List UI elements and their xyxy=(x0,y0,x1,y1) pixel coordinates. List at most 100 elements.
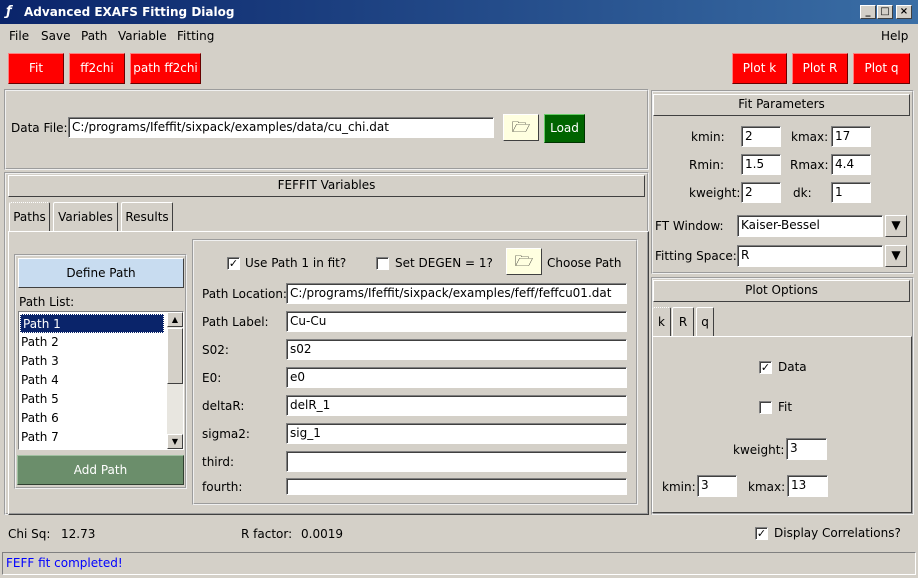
ft-window-select[interactable]: Kaiser-Bessel xyxy=(737,215,883,237)
ff2chi-button[interactable]: ff2chi xyxy=(69,53,125,84)
tab-variables[interactable]: Variables xyxy=(53,202,118,232)
sigma2-input[interactable]: sig_1 xyxy=(286,423,627,444)
plot-kmax-label: kmax: xyxy=(748,480,786,494)
sigma2-label: sigma2: xyxy=(202,427,250,441)
menu-fitting[interactable]: Fitting xyxy=(177,29,214,43)
list-item[interactable]: Path 5 xyxy=(19,390,183,409)
e0-label: E0: xyxy=(202,371,222,385)
chevron-down-icon[interactable]: ▼ xyxy=(885,245,907,267)
list-item[interactable]: Path 1 xyxy=(20,314,164,333)
kweight-input[interactable]: 2 xyxy=(741,182,781,203)
menu-bar: File Save Path Variable Fitting Help xyxy=(0,25,918,47)
path-list-scrollbar[interactable]: ▲ ▼ xyxy=(167,312,183,449)
status-text: FEFF fit completed! xyxy=(6,556,123,570)
path-label-input[interactable]: Cu-Cu xyxy=(286,311,627,332)
rfactor-label: R factor: xyxy=(241,527,293,541)
rmin-input[interactable]: 1.5 xyxy=(741,154,781,175)
scroll-down-icon[interactable]: ▼ xyxy=(167,434,183,449)
correlations-label: Display Correlations? xyxy=(774,526,901,540)
close-button[interactable]: × xyxy=(896,5,912,19)
chisq-label: Chi Sq: xyxy=(8,527,51,541)
choose-path-label[interactable]: Choose Path xyxy=(547,256,621,270)
set-degen-label: Set DEGEN = 1? xyxy=(395,256,493,270)
kweight-label: kweight: xyxy=(689,186,741,200)
deltar-input[interactable]: delR_1 xyxy=(286,395,627,416)
rmax-label: Rmax: xyxy=(790,158,829,172)
list-item[interactable]: Path 7 xyxy=(19,428,183,447)
tab-q[interactable]: q xyxy=(696,307,714,337)
define-path-button[interactable]: Define Path xyxy=(18,258,184,288)
plot-r-button[interactable]: Plot R xyxy=(792,53,848,84)
add-path-button[interactable]: Add Path xyxy=(17,455,184,485)
plot-kweight-label: kweight: xyxy=(733,443,785,457)
plot-q-button[interactable]: Plot q xyxy=(853,53,910,84)
deltar-label: deltaR: xyxy=(202,399,245,413)
use-path-label: Use Path 1 in fit? xyxy=(245,256,347,270)
path-ff2chi-button[interactable]: path ff2chi xyxy=(130,53,201,84)
data-file-input[interactable]: C:/programs/Ifeffit/sixpack/examples/dat… xyxy=(68,117,494,138)
list-item[interactable]: Path 6 xyxy=(19,409,183,428)
scroll-thumb[interactable] xyxy=(167,328,183,384)
set-degen-checkbox[interactable] xyxy=(376,257,389,270)
plot-k-button[interactable]: Plot k xyxy=(732,53,787,84)
list-item[interactable]: Path 4 xyxy=(19,371,183,390)
correlations-checkbox[interactable]: ✓ xyxy=(755,527,768,540)
rfactor-value: 0.0019 xyxy=(301,527,343,541)
chevron-down-icon[interactable]: ▼ xyxy=(885,215,907,237)
load-button[interactable]: Load xyxy=(544,114,585,143)
minimize-button[interactable]: _ xyxy=(860,5,876,19)
rmax-input[interactable]: 4.4 xyxy=(831,154,871,175)
tab-results[interactable]: Results xyxy=(121,202,173,232)
fit-label: Fit xyxy=(778,400,793,414)
tab-paths[interactable]: Paths xyxy=(9,202,50,232)
list-item[interactable]: Path 3 xyxy=(19,352,183,371)
kmin-input[interactable]: 2 xyxy=(741,126,781,147)
path-list[interactable]: Path 1 Path 2 Path 3 Path 4 Path 5 Path … xyxy=(18,311,184,450)
chisq-value: 12.73 xyxy=(61,527,96,541)
kmax-input[interactable]: 17 xyxy=(831,126,871,147)
s02-label: S02: xyxy=(202,343,229,357)
menu-variable[interactable]: Variable xyxy=(118,29,167,43)
plot-kweight-input[interactable]: 3 xyxy=(786,438,827,460)
menu-save[interactable]: Save xyxy=(41,29,70,43)
data-checkbox[interactable]: ✓ xyxy=(759,361,772,374)
fit-button[interactable]: Fit xyxy=(8,53,64,84)
path-label-label: Path Label: xyxy=(202,315,269,329)
dk-label: dk: xyxy=(793,186,812,200)
title-bar: ƒ Advanced EXAFS Fitting Dialog _ □ × xyxy=(0,0,918,24)
fit-params-header: Fit Parameters xyxy=(653,94,910,116)
menu-path[interactable]: Path xyxy=(81,29,107,43)
menu-file[interactable]: File xyxy=(9,29,29,43)
dk-input[interactable]: 1 xyxy=(831,182,871,203)
e0-input[interactable]: e0 xyxy=(286,367,627,388)
path-list-label: Path List: xyxy=(19,295,75,309)
use-path-checkbox[interactable]: ✓ xyxy=(227,257,240,270)
plot-kmin-input[interactable]: 3 xyxy=(697,475,737,497)
data-label: Data xyxy=(778,360,807,374)
feffit-header: FEFFIT Variables xyxy=(8,175,645,197)
plot-options-header: Plot Options xyxy=(653,280,910,302)
path-location-input[interactable]: C:/programs/Ifeffit/sixpack/examples/fef… xyxy=(286,283,627,304)
choose-path-folder-icon[interactable]: 🗁 xyxy=(506,248,542,275)
fitting-space-label: Fitting Space: xyxy=(655,249,737,263)
fit-checkbox[interactable] xyxy=(759,401,772,414)
third-input[interactable] xyxy=(286,451,627,472)
menu-help[interactable]: Help xyxy=(881,29,908,43)
fourth-input[interactable] xyxy=(286,478,627,495)
kmin-label: kmin: xyxy=(691,130,725,144)
s02-input[interactable]: s02 xyxy=(286,339,627,360)
status-bar xyxy=(2,552,916,575)
tab-r[interactable]: R xyxy=(672,307,694,337)
window-title: Advanced EXAFS Fitting Dialog xyxy=(24,5,235,19)
plot-kmin-label: kmin: xyxy=(662,480,696,494)
feather-icon: ƒ xyxy=(6,4,12,19)
scroll-up-icon[interactable]: ▲ xyxy=(167,312,183,327)
plot-kmax-input[interactable]: 13 xyxy=(787,475,828,497)
tab-k[interactable]: k xyxy=(652,307,671,337)
list-item[interactable]: Path 2 xyxy=(19,333,183,352)
maximize-button[interactable]: □ xyxy=(877,5,893,19)
fitting-space-select[interactable]: R xyxy=(737,245,883,267)
path-location-label: Path Location: xyxy=(202,287,287,301)
open-folder-icon[interactable]: 🗁 xyxy=(503,114,539,141)
data-file-label: Data File: xyxy=(11,121,68,135)
